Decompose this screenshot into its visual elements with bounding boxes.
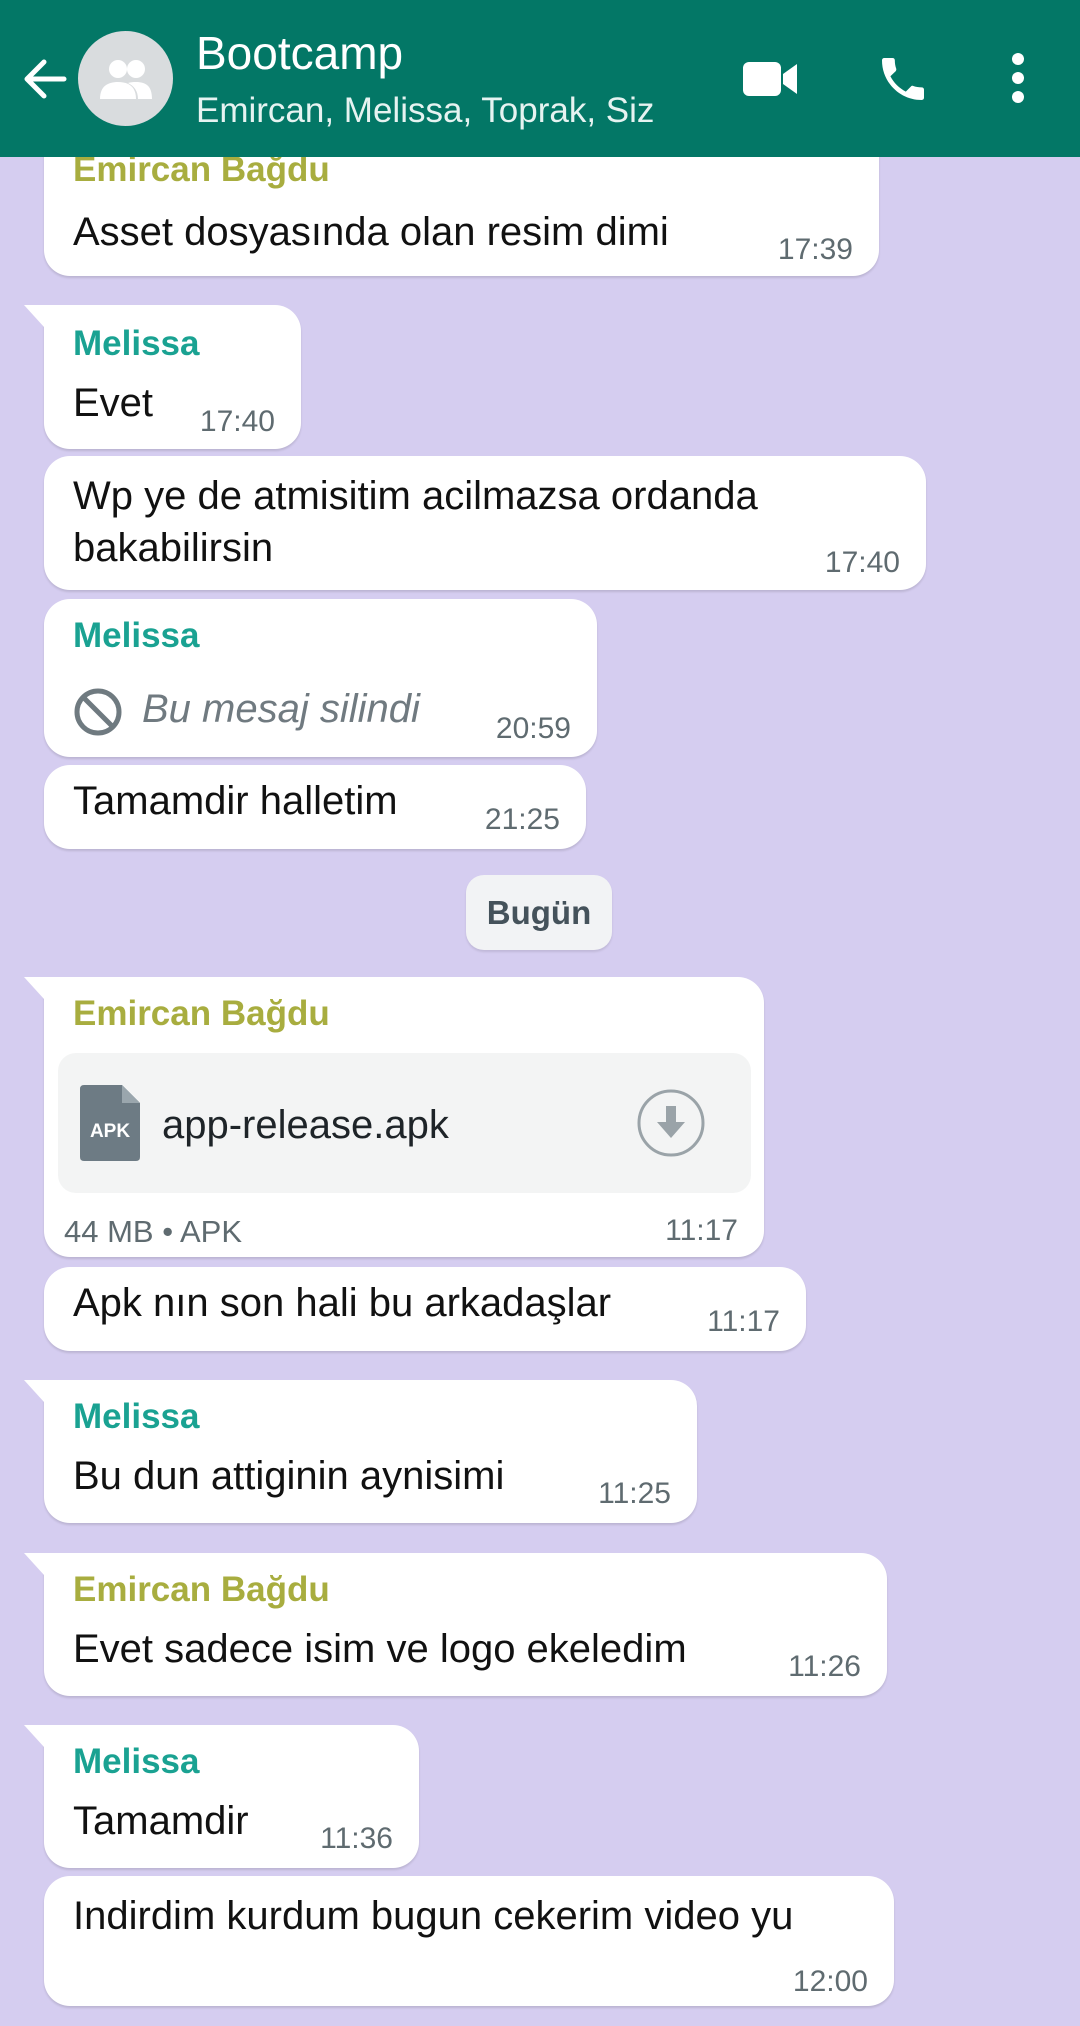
message-bubble[interactable]: Melissa Evet 17:40 (24, 305, 301, 449)
file-size-type: 44 MB • APK (64, 1214, 242, 1249)
chat-header: Bootcamp Emircan, Melissa, Toprak, Siz (0, 0, 1080, 157)
group-avatar-icon[interactable] (78, 31, 173, 126)
deleted-message-icon (73, 687, 123, 742)
sender-name: Melissa (73, 1742, 200, 1781)
chat-participants[interactable]: Emircan, Melissa, Toprak, Siz (196, 91, 654, 131)
file-message-bubble[interactable]: Emircan Bağdu APK app-release.apk 44 MB … (24, 977, 764, 1257)
message-time: 11:26 (788, 1650, 861, 1683)
file-name: app-release.apk (162, 1103, 449, 1147)
message-time: 11:25 (598, 1477, 671, 1510)
message-time: 17:40 (824, 546, 900, 579)
message-bubble[interactable]: Wp ye de atmisitim acilmazsa ordanda bak… (44, 456, 926, 590)
message-time: 20:59 (495, 712, 571, 745)
video-call-icon[interactable] (741, 50, 799, 113)
date-separator: Bugün (466, 875, 612, 950)
message-time: 17:40 (199, 405, 275, 438)
sender-name: Emircan Bağdu (73, 1570, 330, 1609)
voice-call-icon[interactable] (875, 50, 931, 113)
message-time: 17:39 (777, 233, 853, 266)
message-time: 21:25 (484, 803, 560, 836)
back-arrow-icon[interactable] (18, 52, 72, 106)
message-time: 11:36 (320, 1822, 393, 1855)
sender-name: Emircan Bağdu (73, 994, 330, 1033)
message-bubble[interactable]: Melissa Bu mesaj silindi 20:59 (44, 599, 597, 757)
message-text-line-2: bakabilirsin (73, 526, 274, 570)
message-text-line-1: Wp ye de atmisitim acilmazsa ordanda (73, 474, 758, 518)
message-text: Asset dosyasında olan resim dimi (73, 210, 669, 254)
message-text: Bu dun attiginin aynisimi (73, 1454, 505, 1498)
message-bubble[interactable]: Tamamdir halletim 21:25 (44, 765, 586, 849)
message-text: Indirdim kurdum bugun cekerim video yu (73, 1894, 794, 1938)
message-bubble[interactable]: Apk nın son hali bu arkadaşlar 11:17 (44, 1267, 806, 1351)
sender-name: Melissa (73, 1397, 200, 1436)
download-icon[interactable] (636, 1088, 706, 1158)
apk-file-icon: APK (80, 1085, 140, 1166)
message-time: 11:17 (665, 1214, 738, 1247)
more-options-icon[interactable] (1003, 50, 1033, 111)
message-text: Evet (73, 381, 154, 425)
message-text: Tamamdir halletim (73, 779, 398, 823)
message-time: 11:17 (707, 1305, 780, 1338)
message-bubble[interactable]: Melissa Bu dun attiginin aynisimi 11:25 (24, 1380, 697, 1523)
message-bubble[interactable]: Emircan Bağdu Evet sadece isim ve logo e… (24, 1553, 887, 1696)
sender-name: Melissa (73, 324, 200, 363)
message-text: Evet sadece isim ve logo ekeledim (73, 1627, 687, 1671)
deleted-message-text: Bu mesaj silindi (142, 687, 420, 731)
sender-name: Melissa (73, 616, 200, 655)
message-bubble[interactable]: Melissa Tamamdir 11:36 (24, 1725, 419, 1868)
message-text: Tamamdir (73, 1799, 249, 1843)
file-attachment[interactable]: APK app-release.apk (58, 1053, 751, 1193)
chat-title[interactable]: Bootcamp (196, 26, 403, 80)
message-bubble[interactable]: Indirdim kurdum bugun cekerim video yu 1… (44, 1876, 894, 2006)
message-text: Apk nın son hali bu arkadaşlar (73, 1281, 612, 1325)
apk-badge-text: APK (90, 1121, 130, 1142)
message-time: 12:00 (792, 1965, 868, 1998)
